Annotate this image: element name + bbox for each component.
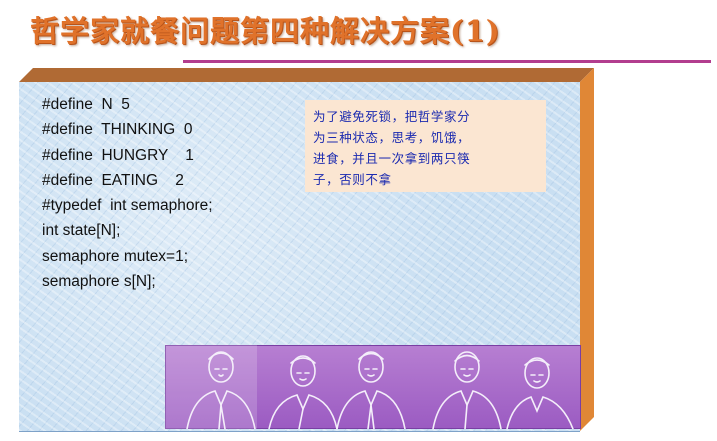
board-right-edge (580, 68, 594, 431)
code-line: #typedef int semaphore; (42, 197, 213, 215)
figure-sketch (186, 351, 256, 429)
code-line: #define THINKING 0 (42, 121, 193, 139)
board-top-edge (19, 68, 594, 82)
sketch-figures (186, 351, 574, 429)
code-line: semaphore s[N]; (42, 273, 156, 291)
note-line: 为了避免死锁，把哲学家分 (313, 109, 471, 124)
note-line: 进食，并且一次拿到两只筷 (313, 151, 471, 166)
code-line: int state[N]; (42, 222, 121, 240)
figure-sketch (268, 355, 338, 429)
figure-sketch (432, 351, 502, 429)
philosophers-illustration (165, 345, 581, 429)
code-line: #define N 5 (42, 96, 130, 113)
note-line: 为三种状态，思考，饥饿， (313, 130, 471, 145)
code-line: #define EATING 2 (42, 171, 184, 189)
title-divider (183, 60, 711, 63)
annotation-note: 为了避免死锁，把哲学家分 为三种状态，思考，饥饿， 进食，并且一次拿到两只筷 子… (305, 100, 546, 192)
slide-title: 哲学家就餐问题第四种解决方案(1) (30, 14, 501, 48)
code-line: #define HUNGRY 1 (42, 146, 194, 164)
code-line: semaphore mutex=1; (42, 247, 189, 265)
figure-sketch (506, 357, 574, 429)
note-line: 子，否则不拿 (313, 172, 392, 187)
code-listing: #define N 5 #define THINKING 0 #define H… (42, 92, 213, 294)
figure-sketch (336, 351, 406, 429)
